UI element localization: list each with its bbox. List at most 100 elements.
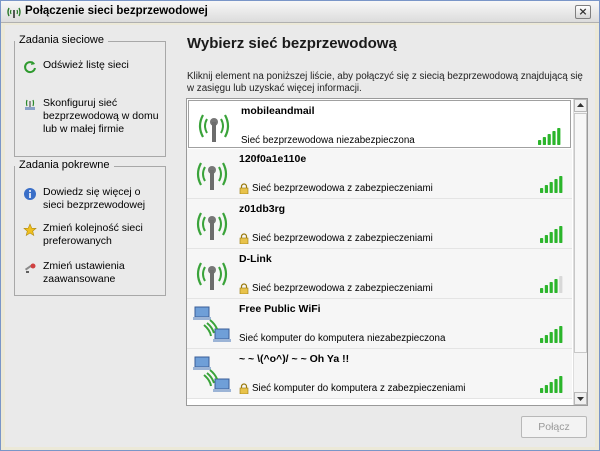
star-icon [23,223,37,237]
task-label: Zmień kolejność sieci preferowanych [43,222,143,247]
signal-bar [544,235,548,243]
signal-bar [544,385,548,393]
signal-strength-icon [538,128,561,145]
network-name: z01db3rg [239,203,286,215]
signal-bar [540,188,544,193]
network-status-text: Sieć komputer do komputera niezabezpiecz… [239,333,446,344]
network-status-text: Sieć komputer do komputera z zabezpiecze… [252,383,466,394]
signal-bar [540,238,544,243]
close-button[interactable]: × [575,5,591,19]
settings-icon [24,263,36,273]
refresh-icon [24,61,36,74]
signal-strength-icon [540,376,563,393]
network-item[interactable]: ~ ~ \(^o^)/ ~ ~ Oh Ya !! Sieć komputer do… [187,349,572,399]
network-status-text: Sieć bezprzewodowa niezabezpieczona [241,135,415,146]
scroll-up-button[interactable] [574,99,587,112]
network-status: Sieć bezprzewodowa z zabezpieczeniami [239,233,433,244]
wireless-access-point-icon [196,262,228,290]
lock-icon [239,283,249,294]
scrollbar[interactable] [573,99,587,405]
network-name: mobileandmail [241,105,315,117]
task-label: Odśwież listę sieci [43,59,129,71]
network-name: Free Public WiFi [239,303,321,315]
signal-bar [549,332,553,343]
wireless-access-point-icon [196,162,228,190]
setup-network-icon [25,99,35,110]
wireless-access-point-icon [196,212,228,240]
signal-bar [552,131,556,145]
wireless-access-point-icon [198,114,230,142]
signal-bar [554,329,558,343]
task-label: Zmień ustawienia zaawansowane [43,260,125,285]
scroll-thumb[interactable] [574,113,587,353]
signal-strength-icon [540,226,563,243]
info-icon [24,188,36,200]
connect-button[interactable]: Połącz [521,416,587,438]
window-title: Połączenie sieci bezprzewodowej [25,5,208,17]
network-tasks-panel: Zadania sieciowe Odśwież listę sieci Sko… [14,34,166,157]
network-status-text: Sieć bezprzewodowa z zabezpieczeniami [252,233,433,244]
network-status: Sieć komputer do komputera z zabezpiecze… [239,383,465,394]
title-bar: Połączenie sieci bezprzewodowej × [1,1,599,23]
signal-bar [538,140,542,145]
panel-title: Zadania pokrewne [15,159,114,171]
refresh-network-list-link[interactable]: Odśwież listę sieci [23,59,163,74]
signal-bar [554,229,558,243]
signal-bar [559,276,563,293]
page-title: Wybierz sieć bezprzewodową [187,35,397,52]
lock-icon [239,233,249,244]
task-label: Skonfiguruj sieć bezprzewodową w domu lu… [43,97,159,135]
related-tasks-panel: Zadania pokrewne Dowiedz się więcej o si… [14,159,166,296]
main-area: Wybierz sieć bezprzewodową Kliknij eleme… [181,25,595,447]
network-item[interactable]: D-Link Sieć bezprzewodowa z zabezpieczeni… [187,249,572,299]
signal-bar [549,282,553,293]
window-content: Zadania sieciowe Odśwież listę sieci Sko… [5,25,595,447]
network-status: Sieć komputer do komputera niezabezpiecz… [239,333,445,344]
signal-bar [549,382,553,393]
network-name: ~ ~ \(^o^)/ ~ ~ Oh Ya !! [239,353,350,365]
network-item[interactable]: z01db3rg Sieć bezprzewodowa z zabezpiecze… [187,199,572,249]
signal-bar [540,288,544,293]
network-item[interactable]: Free Public WiFi Sieć komputer do kompute… [187,299,572,349]
signal-bar [540,388,544,393]
signal-bar [559,376,563,393]
signal-bar [544,335,548,343]
network-item[interactable]: 120f0a1e110e Sieć bezprzewodowa z zabezpi… [187,149,572,199]
signal-bar [559,326,563,343]
change-advanced-settings-link[interactable]: Zmień ustawienia zaawansowane [23,260,163,286]
network-status: Sieć bezprzewodowa z zabezpieczeniami [239,183,433,194]
signal-bar [544,285,548,293]
network-name: 120f0a1e110e [239,153,307,165]
scroll-down-button[interactable] [574,392,587,405]
ad-hoc-network-icon [193,356,231,392]
signal-bar [557,128,561,145]
signal-strength-icon [540,326,563,343]
learn-wireless-link[interactable]: Dowiedz się więcej o sieci bezprzewodowe… [23,186,163,212]
network-item[interactable]: mobileandmail Sieć bezprzewodowa niezabez… [188,100,571,148]
setup-home-network-link[interactable]: Skonfiguruj sieć bezprzewodową w domu lu… [23,97,163,136]
network-status: Sieć bezprzewodowa z zabezpieczeniami [239,283,433,294]
instructions-text: Kliknij element na poniższej liście, aby… [187,71,583,94]
signal-bar [547,134,551,145]
task-label: Dowiedz się więcej o sieci bezprzewodowe… [43,186,146,211]
wireless-connection-window: Połączenie sieci bezprzewodowej × Zadani… [0,0,600,451]
wireless-network-icon [7,7,21,18]
sidebar: Zadania sieciowe Odśwież listę sieci Sko… [5,25,173,405]
arrow-down-icon [577,397,584,401]
change-preferred-order-link[interactable]: Zmień kolejność sieci preferowanych [23,222,163,248]
signal-strength-icon [540,176,563,193]
network-list-items: mobileandmail Sieć bezprzewodowa niezabez… [187,99,574,399]
network-status-text: Sieć bezprzewodowa z zabezpieczeniami [252,183,433,194]
signal-strength-icon [540,276,563,293]
network-status: Sieć bezprzewodowa niezabezpieczona [241,135,415,146]
signal-bar [544,185,548,193]
signal-bar [540,338,544,343]
network-name: D-Link [239,253,272,265]
network-status-text: Sieć bezprzewodowa z zabezpieczeniami [252,283,433,294]
signal-bar [554,379,558,393]
signal-bar [549,182,553,193]
signal-bar [559,226,563,243]
signal-bar [554,179,558,193]
network-list: mobileandmail Sieć bezprzewodowa niezabez… [186,98,588,406]
panel-title: Zadania sieciowe [15,34,108,46]
